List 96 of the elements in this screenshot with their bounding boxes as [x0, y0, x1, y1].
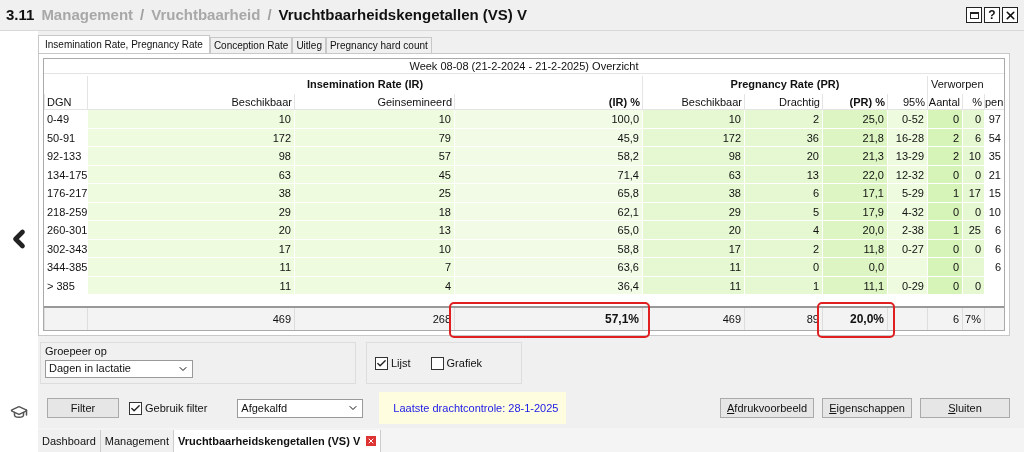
table-cell: 98 — [87, 147, 294, 166]
table-cell: 25 — [294, 184, 454, 203]
column-header: Drachtig — [744, 94, 822, 109]
table-cell: 0 — [962, 110, 984, 129]
table-cell: 100,0 — [454, 110, 642, 129]
column-header: 95% — [887, 94, 927, 109]
filter-select[interactable]: Afgekalfd — [237, 398, 364, 418]
table-cell: 65,0 — [454, 221, 642, 240]
table-cell: 1 — [927, 184, 962, 203]
table-cell: 58,2 — [454, 147, 642, 166]
breadcrumb-item: Vruchtbaarheidskengetallen (VS) V — [278, 4, 528, 25]
table-cell: 6 — [744, 184, 822, 203]
table-cell: 25,0 — [822, 110, 887, 129]
table-cell: 13-29 — [887, 147, 927, 166]
close-tab-icon[interactable] — [366, 436, 377, 446]
group-by-select[interactable]: Dagen in lactatie — [45, 359, 193, 378]
table-cell: 20 — [642, 221, 744, 240]
table-cell: 2 — [927, 147, 962, 166]
table-caption: Week 08-08 (21-2-2024 - 21-2-2025) Overzicht — [44, 59, 1004, 74]
table-cell: 65,8 — [454, 184, 642, 203]
document-tab[interactable]: Vruchtbaarheidskengetallen (VS) V — [174, 430, 382, 452]
restore-icon[interactable] — [966, 7, 982, 23]
table-cell: 1 — [927, 221, 962, 240]
table-cell: 98 — [642, 147, 744, 166]
breadcrumb-separator: / — [267, 4, 272, 25]
table-cell: 5-29 — [887, 184, 927, 203]
filter-button[interactable]: Filter — [47, 398, 119, 418]
group-header: Verworpen — [927, 75, 984, 94]
table-cell: 21,3 — [822, 147, 887, 166]
column-header: Beschikbaar — [642, 94, 744, 109]
total-cell: 20,0% — [822, 308, 887, 330]
table-cell: 38 — [87, 184, 294, 203]
total-cell: 6 — [927, 308, 962, 330]
table-cell: 0 — [927, 258, 962, 277]
tab[interactable]: Pregnancy hard count — [325, 37, 432, 53]
table-cell: 11 — [87, 258, 294, 277]
table-cell: 2-38 — [887, 221, 927, 240]
total-cell: 7% — [962, 308, 984, 330]
screen-number: 3.11 — [6, 4, 35, 25]
column-header: % — [962, 94, 984, 109]
table-cell: 10 — [87, 110, 294, 129]
help-button[interactable]: ? — [984, 7, 1000, 23]
column-header: Beschikbaar — [87, 94, 294, 109]
table-cell: 0 — [744, 258, 822, 277]
action-button[interactable]: Afdrukvoorbeeld — [720, 398, 815, 418]
info-note: Laatste drachtcontrole: 28-1-2025 — [379, 392, 567, 424]
group-by-label: Groepeer op — [45, 344, 108, 359]
column-header: Geinsemineerd — [294, 94, 454, 109]
tab[interactable]: Uitleg — [292, 37, 326, 53]
close-icon[interactable] — [1002, 7, 1018, 23]
table-cell: 10 — [642, 110, 744, 129]
column-header: (IR) % — [454, 94, 642, 109]
group-header: Insemination Rate (IR) — [87, 75, 642, 94]
column-header: (PR) % — [822, 94, 887, 109]
graduation-cap-icon[interactable] — [10, 403, 28, 421]
checkbox-label[interactable]: Grafiek — [446, 354, 483, 372]
tab[interactable]: Insemination Rate, Pregnancy Rate — [38, 35, 210, 53]
table-cell: 0 — [927, 110, 962, 129]
total-cell: 469 — [642, 308, 744, 330]
checkbox-label[interactable]: Lijst — [391, 354, 411, 372]
total-cell: 469 — [87, 308, 294, 330]
table-cell: 13 — [294, 221, 454, 240]
table-cell: 38 — [642, 184, 744, 203]
table-cell: 57 — [294, 147, 454, 166]
checkbox[interactable] — [375, 356, 388, 370]
table-cell: 0,0 — [822, 258, 887, 277]
table-cell: 11 — [642, 258, 744, 277]
table-cell: 10 — [294, 110, 454, 129]
action-button[interactable]: Eigenschappen — [822, 398, 912, 418]
document-tab[interactable]: Management — [100, 430, 175, 452]
tab[interactable]: Conception Rate — [209, 37, 293, 53]
total-cell: 57,1% — [454, 308, 642, 330]
table-cell: 2 — [744, 110, 822, 129]
checkbox[interactable] — [430, 356, 444, 370]
table-cell: 0-52 — [887, 110, 927, 129]
table-cell: 20,0 — [822, 221, 887, 240]
document-tab[interactable]: Dashboard — [38, 430, 101, 452]
table-cell: 17,1 — [822, 184, 887, 203]
table-cell: 10 — [962, 147, 984, 166]
table-cell: 63,6 — [454, 258, 642, 277]
table-cell — [887, 258, 927, 277]
column-header: DGN — [44, 94, 87, 109]
column-header: Aantal — [927, 94, 962, 109]
checkbox[interactable] — [129, 401, 142, 415]
table-cell: 25 — [962, 221, 984, 240]
table-cell: 20 — [744, 147, 822, 166]
table-cell — [962, 258, 984, 277]
table-cell: 4 — [744, 221, 822, 240]
action-button[interactable]: Sluiten — [920, 398, 1010, 418]
checkbox-label[interactable]: Gebruik filter — [145, 399, 208, 417]
table-cell: 17 — [962, 184, 984, 203]
table-cell: 7 — [294, 258, 454, 277]
group-header: Pregnancy Rate (PR) — [642, 75, 927, 94]
table-cell: 20 — [87, 221, 294, 240]
breadcrumb-separator: / — [140, 4, 145, 25]
column-header: pen — [984, 94, 1004, 109]
